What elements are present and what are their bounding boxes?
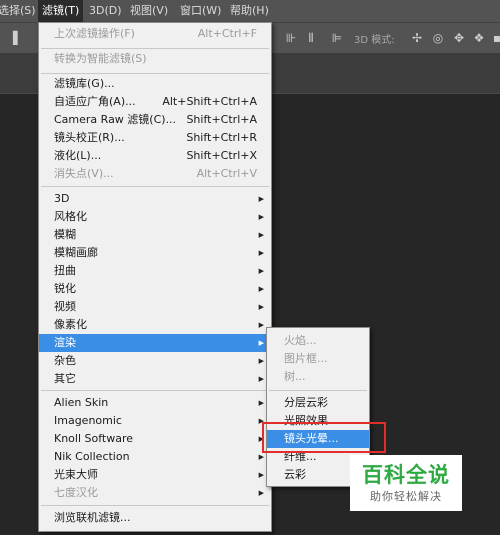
menu-separator: [269, 390, 367, 391]
menu-filter[interactable]: 滤镜(T): [38, 0, 84, 22]
menu-item-3d[interactable]: 3D ▶: [39, 190, 271, 208]
3d-pan-icon[interactable]: ✥: [452, 31, 466, 45]
menu-item-vanishing-point[interactable]: 消失点(V)... Alt+Ctrl+V: [39, 165, 271, 183]
submenu-arrow-icon: ▶: [258, 195, 264, 203]
3d-orbit-icon[interactable]: ✢: [410, 31, 424, 45]
annotation-highlight-box: [262, 422, 386, 453]
menu-item-filter-gallery[interactable]: 滤镜库(G)...: [39, 75, 271, 93]
submenu-item-picture-frame[interactable]: 图片框...: [267, 350, 369, 368]
submenu-arrow-icon: ▶: [258, 249, 264, 257]
3d-slide-icon[interactable]: ❖: [472, 31, 486, 45]
menu-separator: [41, 186, 269, 187]
menu-item-render[interactable]: 渲染 ▶: [39, 334, 271, 352]
3d-mode-label: 3D 模式:: [354, 35, 395, 46]
submenu-arrow-icon: ▶: [258, 231, 264, 239]
menu-item-distort[interactable]: 扭曲 ▶: [39, 262, 271, 280]
submenu-arrow-icon: ▶: [258, 399, 264, 407]
menu-item-browse-online-filters[interactable]: 浏览联机滤镜...: [39, 509, 271, 527]
menu-item-nik-collection[interactable]: Nik Collection ▶: [39, 448, 271, 466]
menu-item-blur-gallery[interactable]: 模糊画廊 ▶: [39, 244, 271, 262]
3d-scale-icon[interactable]: ▪: [490, 31, 500, 45]
menu-window[interactable]: 窗口(W): [176, 0, 225, 22]
filter-menu: 上次滤镜操作(F) Alt+Ctrl+F 转换为智能滤镜(S) 滤镜库(G)..…: [38, 22, 272, 532]
menu-item-alien-skin[interactable]: Alien Skin ▶: [39, 394, 271, 412]
distribute-spacing-icon[interactable]: ⊫: [330, 31, 344, 45]
menu-separator: [41, 390, 269, 391]
submenu-arrow-icon: ▶: [258, 471, 264, 479]
menu-item-sharpen[interactable]: 锐化 ▶: [39, 280, 271, 298]
menu-item-lens-correction[interactable]: 镜头校正(R)... Shift+Ctrl+R: [39, 129, 271, 147]
submenu-arrow-icon: ▶: [258, 375, 264, 383]
submenu-arrow-icon: ▶: [258, 267, 264, 275]
menu-view[interactable]: 视图(V): [126, 0, 172, 22]
menu-item-last-filter[interactable]: 上次滤镜操作(F) Alt+Ctrl+F: [39, 25, 271, 43]
menu-item-adaptive-wide-angle[interactable]: 自适应广角(A)... Alt+Shift+Ctrl+A: [39, 93, 271, 111]
menu-item-stylize[interactable]: 风格化 ▶: [39, 208, 271, 226]
menu-item-liquify[interactable]: 液化(L)... Shift+Ctrl+X: [39, 147, 271, 165]
menu-item-noise[interactable]: 杂色 ▶: [39, 352, 271, 370]
menu-select[interactable]: 选择(S): [0, 0, 40, 22]
menu-separator: [41, 48, 269, 49]
menu-item-other[interactable]: 其它 ▶: [39, 370, 271, 388]
menu-item-video[interactable]: 视频 ▶: [39, 298, 271, 316]
menu-item-convert-smart-filter[interactable]: 转换为智能滤镜(S): [39, 50, 271, 68]
submenu-arrow-icon: ▶: [258, 303, 264, 311]
3d-roll-icon[interactable]: ◎: [431, 31, 445, 45]
watermark-logo: 百科全说 助你轻松解决: [350, 455, 462, 511]
align-icon[interactable]: ▐: [6, 31, 20, 45]
submenu-arrow-icon: ▶: [258, 357, 264, 365]
watermark-subtitle: 助你轻松解决: [370, 490, 442, 503]
menu-item-camera-raw[interactable]: Camera Raw 滤镜(C)... Shift+Ctrl+A: [39, 111, 271, 129]
menu-item-pixelate[interactable]: 像素化 ▶: [39, 316, 271, 334]
submenu-arrow-icon: ▶: [258, 321, 264, 329]
menu-item-light-master[interactable]: 光束大师 ▶: [39, 466, 271, 484]
submenu-arrow-icon: ▶: [258, 213, 264, 221]
submenu-item-tree[interactable]: 树...: [267, 368, 369, 386]
submenu-arrow-icon: ▶: [258, 339, 264, 347]
submenu-arrow-icon: ▶: [258, 489, 264, 497]
distribute-icon[interactable]: ⊪: [284, 31, 298, 45]
menu-3d[interactable]: 3D(D): [85, 0, 126, 22]
menu-separator: [41, 505, 269, 506]
menu-item-qidu-localization[interactable]: 七度汉化 ▶: [39, 484, 271, 502]
menu-separator: [41, 73, 269, 74]
submenu-item-difference-clouds[interactable]: 分层云彩: [267, 394, 369, 412]
submenu-item-flame[interactable]: 火焰...: [267, 332, 369, 350]
menu-help[interactable]: 帮助(H): [226, 0, 273, 22]
menu-bar: 选择(S) 滤镜(T) 3D(D) 视图(V) 窗口(W) 帮助(H): [0, 0, 500, 22]
menu-item-knoll-software[interactable]: Knoll Software ▶: [39, 430, 271, 448]
menu-item-blur[interactable]: 模糊 ▶: [39, 226, 271, 244]
submenu-arrow-icon: ▶: [258, 285, 264, 293]
distribute-horizontal-icon[interactable]: ⫴: [304, 31, 318, 45]
watermark-title: 百科全说: [362, 463, 450, 487]
menu-item-imagenomic[interactable]: Imagenomic ▶: [39, 412, 271, 430]
